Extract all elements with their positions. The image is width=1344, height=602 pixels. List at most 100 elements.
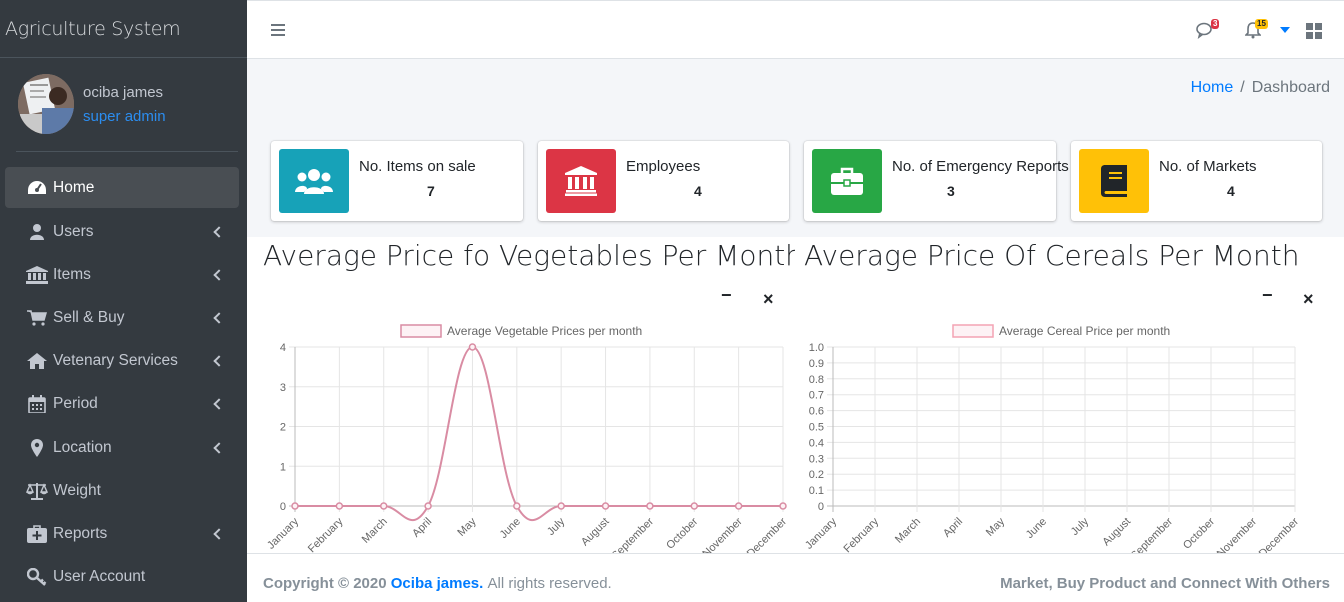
author-link[interactable]: Ociba james.	[391, 575, 484, 592]
menu-toggle-icon[interactable]	[271, 24, 285, 36]
x-tick-label: January	[265, 515, 302, 552]
chevron-left-icon[interactable]	[213, 269, 225, 281]
data-point	[646, 502, 654, 510]
breadcrumb: Home / Dashboard	[1191, 79, 1330, 97]
x-tick-label: February	[306, 515, 346, 553]
copyright-text: Copyright © 2020	[263, 575, 387, 592]
sidebar-item-users[interactable]: Users	[5, 210, 239, 253]
map-marker-icon	[25, 438, 49, 458]
sidebar-item-label: User Account	[53, 568, 146, 586]
y-tick-label: 0.3	[809, 453, 824, 465]
cart-icon	[25, 308, 49, 328]
sidebar-item-home[interactable]: Home	[5, 167, 239, 208]
brand-title[interactable]: Agriculture System	[0, 0, 247, 58]
chevron-left-icon[interactable]	[213, 225, 225, 238]
sidebar-item-label: Vetenary Services	[53, 352, 178, 370]
x-tick-label: August	[1100, 516, 1133, 549]
user-icon	[25, 222, 49, 242]
info-box-emergency[interactable]: No. of Emergency Reports 3	[804, 141, 1069, 221]
y-tick-label: 3	[280, 382, 286, 394]
x-tick-label: January	[803, 515, 840, 552]
data-point	[291, 502, 299, 510]
data-point	[513, 502, 521, 510]
x-tick-label: October	[1181, 515, 1217, 551]
chevron-left-icon[interactable]	[213, 355, 225, 367]
info-box-markets[interactable]: No. of Markets 4	[1071, 141, 1322, 221]
sidebar-item-weight[interactable]: Weight	[5, 469, 239, 512]
sidebar-item-vetenary-services[interactable]: Vetenary Services	[5, 340, 239, 383]
grid-icon[interactable]	[1306, 23, 1322, 44]
user-role[interactable]: super admin	[83, 108, 166, 125]
data-point	[690, 502, 699, 510]
x-tick-label: July	[545, 515, 568, 538]
chevron-left-icon[interactable]	[213, 398, 225, 411]
chevron-left-icon[interactable]	[213, 312, 225, 324]
info-box-items[interactable]: No. Items on sale 7	[271, 141, 523, 221]
y-tick-label: 1.0	[809, 342, 824, 354]
x-tick-label: March	[893, 516, 923, 546]
info-box-label: No. Items on sale	[359, 158, 476, 175]
sidebar-item-label: Weight	[53, 481, 101, 499]
x-tick-label: August	[579, 516, 612, 549]
info-box-label: No. of Markets	[1159, 158, 1257, 175]
x-tick-label: November	[700, 515, 745, 553]
sidebar-item-label: Users	[53, 222, 94, 240]
sidebar-item-sell-buy[interactable]: Sell & Buy	[5, 296, 239, 339]
cereals-chart-card: Average Price Of Cereals Per Month − × A…	[795, 237, 1344, 553]
x-tick-label: December	[745, 515, 790, 553]
sidebar-item-reports[interactable]: Reports	[5, 512, 239, 555]
breadcrumb-current: Dashboard	[1251, 79, 1330, 96]
sidebar-item-user-account[interactable]: User Account	[5, 556, 239, 599]
sidebar-item-label: Reports	[53, 524, 108, 542]
x-tick-label: September	[1129, 515, 1176, 553]
key-icon	[25, 567, 49, 587]
x-tick-label: July	[1069, 515, 1092, 538]
sidebar: Agriculture System ociba james super adm…	[0, 0, 247, 602]
sidebar-item-label: Period	[53, 395, 98, 413]
messages-icon[interactable]: 3	[1196, 19, 1220, 44]
user-panel: ociba james super admin	[16, 72, 238, 152]
chevron-left-icon[interactable]	[213, 441, 225, 454]
y-tick-label: 0.5	[809, 422, 824, 434]
x-tick-label: April	[941, 516, 965, 540]
y-tick-label: 0.9	[809, 358, 824, 370]
info-box-label: Employees	[626, 158, 701, 175]
sidebar-item-label: Sell & Buy	[53, 308, 125, 326]
book-icon	[1079, 149, 1149, 213]
x-tick-label: November	[1215, 515, 1260, 553]
vegetables-line-chart: Average Vegetable Prices per month 0 1 2 3 4 J…	[265, 324, 790, 553]
data-point	[734, 502, 743, 510]
rights-text: All rights reserved.	[487, 575, 612, 592]
caret-down-icon[interactable]	[1280, 20, 1290, 38]
sidebar-item-period[interactable]: Period	[5, 383, 239, 426]
chevron-left-icon[interactable]	[213, 528, 225, 540]
y-tick-label: 1	[280, 461, 286, 473]
legend-label: Average Cereal Price per month	[999, 324, 1170, 338]
avatar[interactable]	[18, 74, 74, 134]
sidebar-item-label: Location	[53, 438, 112, 456]
info-box-value: 4	[694, 183, 702, 199]
data-point	[424, 502, 432, 510]
y-tick-label: 4	[280, 342, 286, 354]
medkit-icon	[25, 524, 49, 544]
cereals-line-chart: Average Cereal Price per month 0 0.1 0.2 0.3…	[803, 324, 1302, 553]
data-point	[601, 502, 610, 510]
x-tick-label: May	[984, 515, 1008, 539]
x-tick-label: May	[455, 515, 479, 539]
calendar-icon	[25, 394, 49, 414]
x-tick-label: December	[1257, 515, 1302, 553]
legend-label: Average Vegetable Prices per month	[447, 324, 642, 338]
messages-badge: 3	[1211, 19, 1220, 29]
x-tick-label: September	[609, 515, 656, 553]
top-navbar: 3 15	[247, 0, 1344, 59]
sidebar-item-location[interactable]: Location	[5, 426, 239, 469]
breadcrumb-home[interactable]: Home	[1191, 79, 1234, 96]
info-box-value: 3	[947, 183, 955, 199]
legend-swatch	[952, 324, 994, 338]
y-tick-label: 2	[280, 422, 286, 434]
balance-scale-icon	[25, 481, 49, 501]
sidebar-item-items[interactable]: Items	[5, 253, 239, 296]
notifications-icon[interactable]: 15	[1244, 19, 1268, 44]
data-point	[779, 502, 787, 510]
info-box-employees[interactable]: Employees 4	[538, 141, 789, 221]
